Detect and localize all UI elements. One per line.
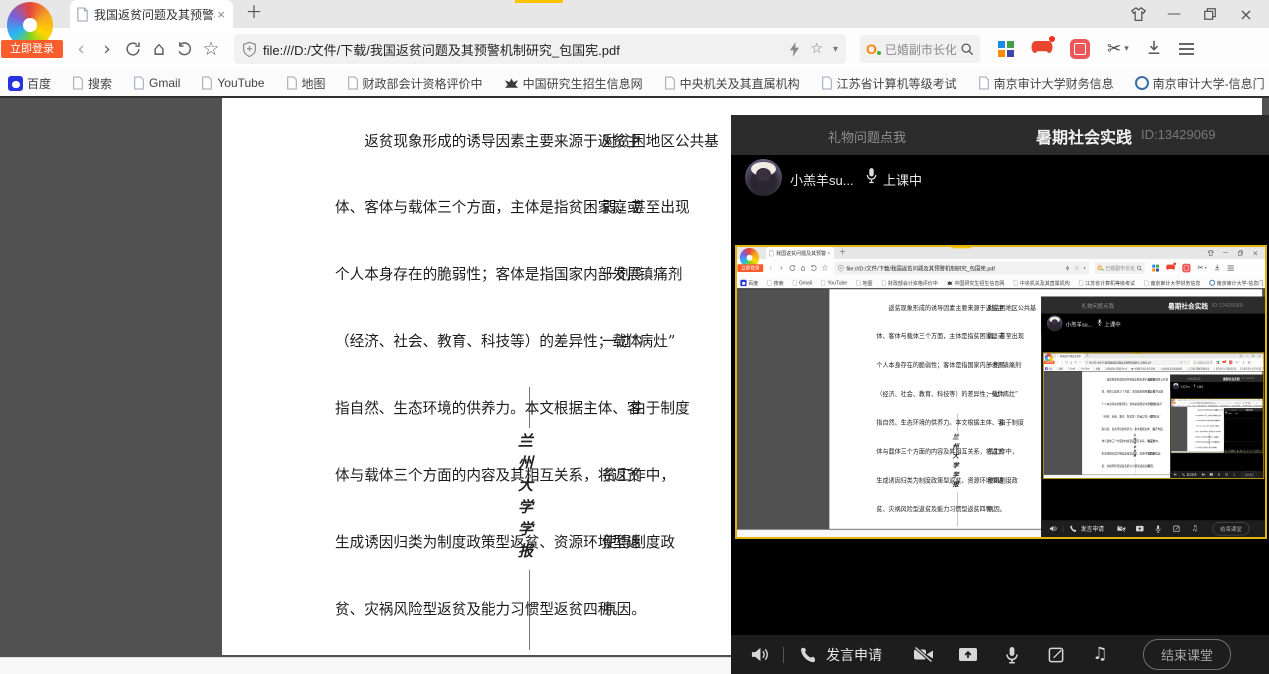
tab-close-icon[interactable]: × bbox=[215, 8, 227, 21]
red-app-icon[interactable] bbox=[1070, 39, 1090, 59]
bookmark-item[interactable]: 南京审计大学-信息门 bbox=[1135, 75, 1265, 92]
desktop-screen: 我国返贫问题及其预警机制研 × ＋ — × 立即登录 ‹ › ⌂ ☆ file:… bbox=[1171, 399, 1262, 453]
gift-hint-link[interactable]: 礼物问题点我 bbox=[828, 127, 906, 146]
page-icon bbox=[664, 76, 676, 90]
extension-icons: ✂ ▾ bbox=[998, 39, 1194, 60]
bookmark-item[interactable]: 中央机关及其直属机构 bbox=[664, 75, 800, 92]
university-logo-icon bbox=[1135, 76, 1149, 90]
page-icon bbox=[347, 76, 359, 90]
restore-button[interactable] bbox=[1200, 5, 1220, 23]
bookmark-item[interactable]: 江苏省计算机等级考试 bbox=[821, 75, 957, 92]
search-hotword: 已婚副市长化名结婚 bbox=[885, 41, 956, 58]
microphone-icon[interactable] bbox=[1000, 646, 1024, 664]
class-title: 暑期社会实践 bbox=[1036, 124, 1132, 148]
music-icon[interactable]: ♫ bbox=[1088, 646, 1112, 663]
skin-theme-button[interactable] bbox=[1128, 5, 1148, 23]
pdf-left-column: 返贫现象形成的诱导因素主要来源于返贫主 体、客体与载体三个方面，主体是指贫困家庭… bbox=[335, 96, 647, 674]
menu-icon[interactable] bbox=[1179, 43, 1194, 55]
url-text: file:///D:/文件/下载/我国返贫问题及其预警机制研究_包国宪.pdf bbox=[263, 40, 789, 59]
bookmark-page-star-icon[interactable]: ☆ bbox=[810, 41, 823, 57]
page-icon bbox=[821, 76, 833, 90]
toolbar-divider bbox=[783, 647, 784, 663]
undo-history-button[interactable] bbox=[172, 40, 198, 58]
bookmark-item[interactable]: 财政部会计资格评价中 bbox=[347, 75, 483, 92]
document-icon bbox=[76, 7, 89, 22]
apps-grid-icon[interactable] bbox=[998, 41, 1014, 57]
bookmark-item[interactable]: Gmail bbox=[133, 76, 180, 90]
desktop-screen: 我国返贫问题及其预警机制研 × ＋ — × 立即登录 ‹ › ⌂ ☆ file:… bbox=[737, 247, 1265, 537]
speak-request-label[interactable]: 发言申请 bbox=[826, 645, 882, 665]
end-class-button[interactable]: 结束课堂 bbox=[1143, 639, 1231, 670]
new-tab-button[interactable]: ＋ bbox=[243, 2, 265, 24]
login-now-badge[interactable]: 立即登录 bbox=[1, 40, 63, 58]
speak-request-phone-icon[interactable] bbox=[796, 646, 820, 663]
search-icon[interactable] bbox=[960, 42, 974, 56]
participant-avatar[interactable] bbox=[745, 159, 782, 196]
favorites-star-button[interactable]: ☆ bbox=[198, 38, 224, 60]
participant-name: 小羔羊su... bbox=[790, 170, 854, 189]
reader-flash-icon[interactable] bbox=[789, 42, 800, 57]
participant-row: 小羔羊su... 上课中 bbox=[731, 155, 1269, 203]
classroom-toolbar: 发言申请 ♫ 结束课堂 bbox=[731, 635, 1269, 674]
screen-share-icon[interactable] bbox=[956, 646, 980, 663]
bookmark-item[interactable]: YouTube bbox=[201, 76, 264, 90]
page-icon bbox=[133, 76, 145, 90]
edit-note-icon[interactable] bbox=[1044, 646, 1068, 663]
classroom-window: 礼物问题点我 暑期社会实践 ID:13429069 小羔羊su... 上课中 我… bbox=[731, 115, 1269, 674]
speaker-icon[interactable] bbox=[747, 646, 771, 663]
page-icon bbox=[286, 76, 298, 90]
browser-toolbar: ‹ › ⌂ ☆ file:///D:/文件/下载/我国返贫问题及其预警机制研究_… bbox=[0, 28, 1269, 70]
browser-tab-strip: 我国返贫问题及其预警机制研 × ＋ — × bbox=[0, 0, 1269, 28]
shared-screen-preview: 我国返贫问题及其预警机制研 × ＋ — × 立即登录 ‹ › ⌂ ☆ file:… bbox=[735, 245, 1267, 539]
close-window-button[interactable]: × bbox=[1236, 5, 1256, 23]
desktop-screen: 我国返贫问题及其预警机制研 × ＋ — × 立即登录 ‹ › ⌂ ☆ file:… bbox=[1044, 353, 1264, 478]
bookmarks-bar: 百度 搜索 Gmail YouTube 地图 财政部会计资格评价中 中国研究生招… bbox=[0, 70, 1269, 96]
refresh-button[interactable] bbox=[120, 40, 146, 58]
active-tab[interactable]: 我国返贫问题及其预警机制研 × bbox=[70, 0, 233, 28]
address-bar[interactable]: file:///D:/文件/下载/我国返贫问题及其预警机制研究_包国宪.pdf … bbox=[234, 34, 846, 64]
classroom-header: 礼物问题点我 暑期社会实践 ID:13429069 bbox=[731, 115, 1269, 155]
mic-on-icon bbox=[865, 167, 878, 189]
back-button[interactable]: ‹ bbox=[68, 38, 94, 60]
home-button[interactable]: ⌂ bbox=[146, 38, 172, 60]
minimize-button[interactable]: — bbox=[1164, 5, 1184, 23]
search-engine-icon: O bbox=[866, 41, 877, 57]
download-icon[interactable] bbox=[1146, 39, 1162, 60]
tab-title: 我国返贫问题及其预警机制研 bbox=[94, 6, 215, 23]
baidu-icon bbox=[8, 76, 23, 91]
bookmark-item[interactable]: 地图 bbox=[286, 75, 326, 92]
class-id: ID:13429069 bbox=[1141, 127, 1215, 142]
clip-scissors-icon[interactable]: ✂ ▾ bbox=[1107, 39, 1129, 59]
shield-icon bbox=[242, 41, 257, 58]
search-box[interactable]: O 已婚副市长化名结婚 bbox=[860, 35, 980, 63]
bookmark-item[interactable]: 中国研究生招生信息网 bbox=[504, 75, 643, 92]
page-icon bbox=[978, 76, 990, 90]
camera-off-icon[interactable] bbox=[912, 646, 936, 663]
screenshare-capture-border bbox=[515, 0, 563, 3]
games-icon[interactable] bbox=[1031, 39, 1053, 60]
forward-button[interactable]: › bbox=[94, 38, 120, 60]
address-dropdown-icon[interactable]: ▾ bbox=[833, 44, 838, 55]
class-status: 上课中 bbox=[883, 170, 922, 189]
page-icon bbox=[72, 76, 84, 90]
page-icon bbox=[201, 76, 213, 90]
bookmark-item[interactable]: 搜索 bbox=[72, 75, 112, 92]
eagle-emblem-icon bbox=[504, 77, 519, 89]
desktop-screen: 我国返贫问题及其预警机制研 × ＋ — × 立即登录 ‹ › ⌂ ☆ file:… bbox=[0, 0, 1269, 674]
bookmark-item[interactable]: 百度 bbox=[8, 75, 51, 92]
bookmark-item[interactable]: 南京审计大学财务信息 bbox=[978, 75, 1114, 92]
